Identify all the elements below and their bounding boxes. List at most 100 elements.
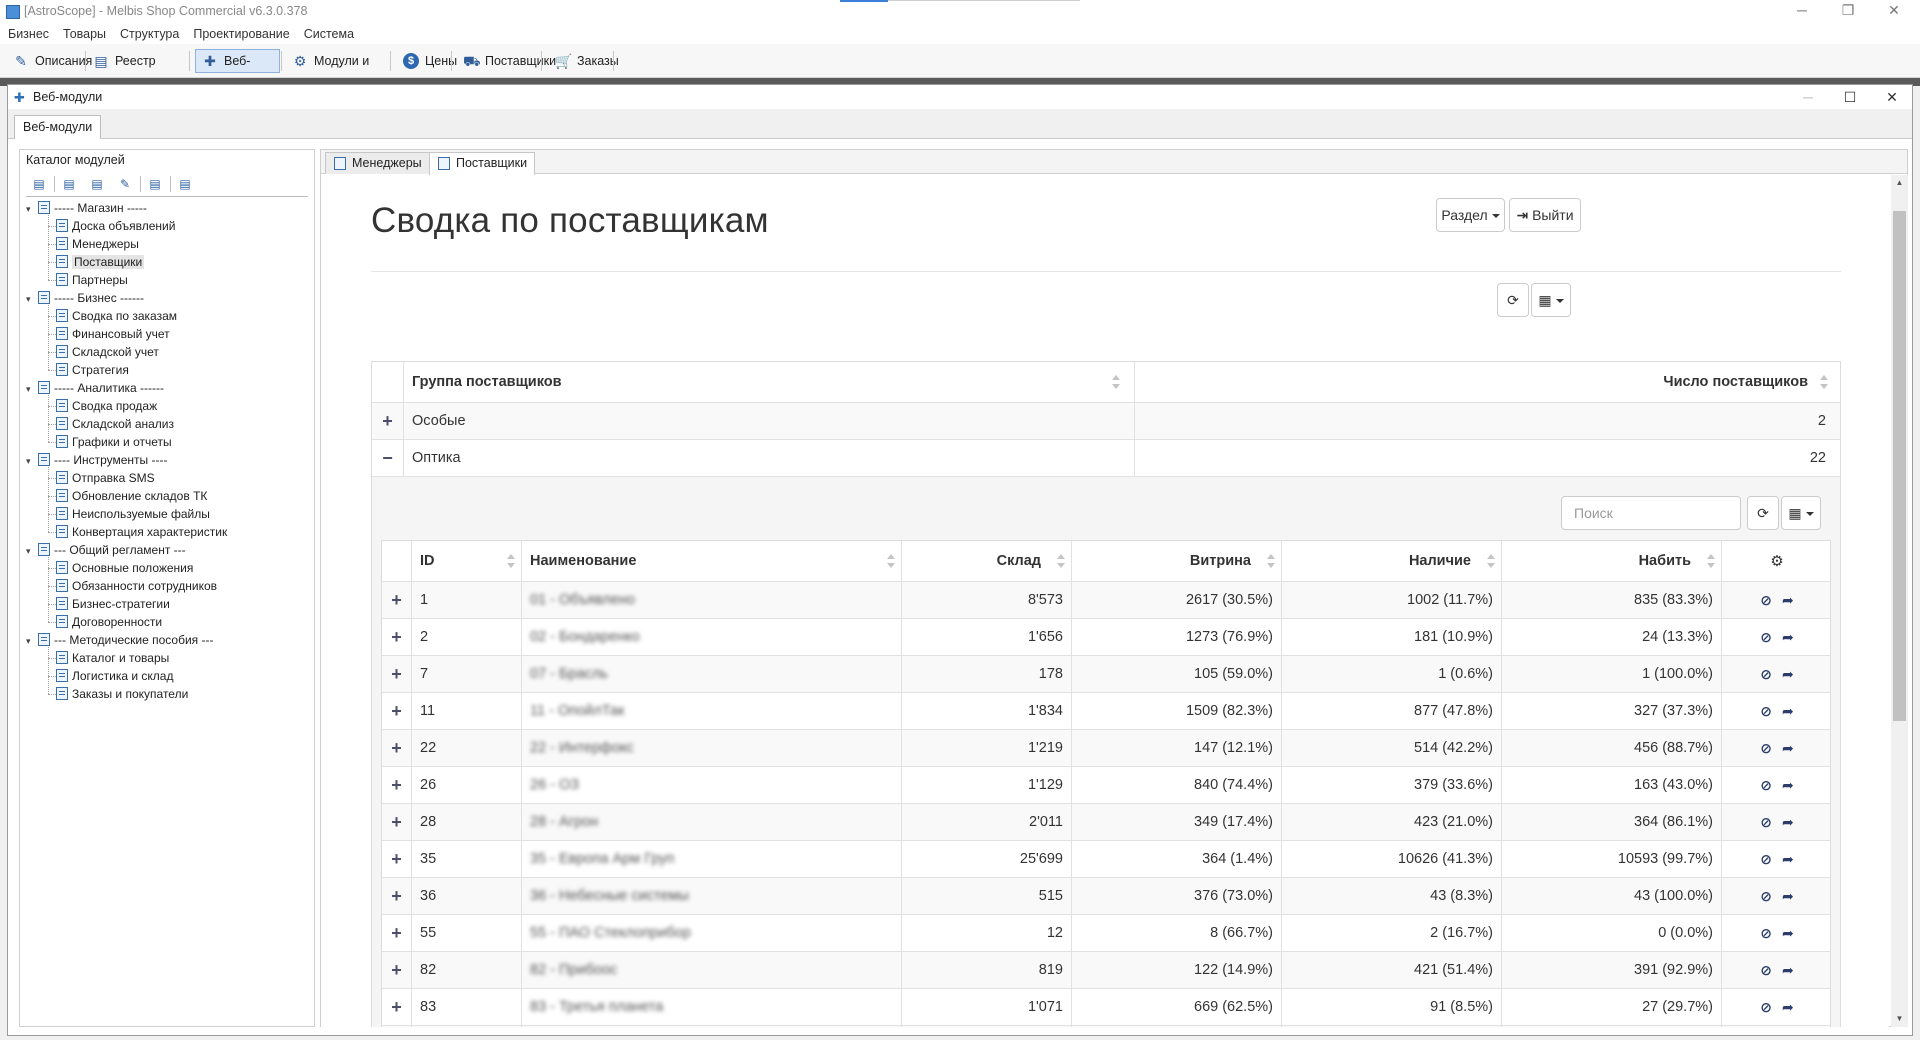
share-arrow-icon[interactable]: ➦ (1782, 730, 1794, 766)
expand-icon[interactable]: + (382, 582, 412, 618)
tree-leaf-node[interactable]: Конвертация характеристик (54, 523, 227, 541)
collapse-icon[interactable]: − (372, 440, 404, 476)
block-icon[interactable]: ⊘ (1760, 767, 1772, 803)
expand-icon[interactable]: + (382, 730, 412, 766)
nabit-column-header[interactable]: Набить (1502, 541, 1722, 581)
tree-leaf-node[interactable]: Логистика и склад (54, 667, 173, 685)
tree-leaf-node[interactable]: Сводка по заказам (54, 307, 177, 325)
id-column-header[interactable]: ID (412, 541, 522, 581)
vertical-scrollbar[interactable]: ▲ ▼ (1891, 175, 1908, 1027)
tree-group-node[interactable]: ▾ --- Общий регламент --- (26, 541, 186, 559)
exit-button[interactable]: ⇥ Выйти (1509, 198, 1581, 232)
table-row[interactable]: +11 11 - ОпойлТак 1'834 1509 (82.3%) 877 (47… (382, 693, 1830, 730)
share-arrow-icon[interactable]: ➦ (1782, 989, 1794, 1025)
tree-leaf-node[interactable]: Основные положения (54, 559, 193, 577)
group-row[interactable]: − Оптика 22 (372, 440, 1840, 477)
table-row[interactable]: +26 26 - ОЗ 1'129 840 (74.4%) 379 (33.6%) 163… (382, 767, 1830, 804)
menu-item[interactable]: Товары (56, 24, 113, 44)
supplier-count-header[interactable]: Число поставщиков (1134, 362, 1834, 402)
add-module-icon[interactable]: ▤ (30, 175, 48, 193)
columns-button[interactable]: ▦ (1531, 283, 1571, 317)
toolbar-button-4[interactable]: $ Цены (396, 49, 457, 73)
properties-icon[interactable]: ▤ (176, 175, 194, 193)
table-row[interactable]: +35 35 - Европа Арм Груп 25'699 364 (1.4%) 1… (382, 841, 1830, 878)
tab-suppliers[interactable]: Поставщики (429, 152, 536, 175)
search-input[interactable]: Поиск (1561, 496, 1741, 530)
share-arrow-icon[interactable]: ➦ (1782, 841, 1794, 877)
tree-group-node[interactable]: ▾ ----- Бизнес ------ (26, 289, 144, 307)
section-dropdown-button[interactable]: Раздел (1436, 198, 1505, 232)
vitrina-column-header[interactable]: Витрина (1072, 541, 1282, 581)
tree-leaf-node[interactable]: Отправка SMS (54, 469, 155, 487)
share-arrow-icon[interactable]: ➦ (1782, 915, 1794, 951)
inner-close-icon[interactable]: ✕ (1872, 86, 1912, 108)
close-icon[interactable]: ✕ (1872, 0, 1916, 22)
table-row[interactable]: +2 02 - Бондаренко 1'656 1273 (76.9%) 181 (1… (382, 619, 1830, 656)
nalichie-column-header[interactable]: Наличие (1282, 541, 1502, 581)
menu-item[interactable]: Система (297, 24, 361, 44)
tree-leaf-node[interactable]: Бизнес-стратегии (54, 595, 170, 613)
menu-item[interactable]: Проектирование (186, 24, 296, 44)
table-row[interactable]: +83 83 - Третья планета 1'071 669 (62.5%) 91… (382, 989, 1830, 1026)
share-arrow-icon[interactable]: ➦ (1782, 767, 1794, 803)
expand-icon[interactable]: + (372, 403, 404, 439)
block-icon[interactable]: ⊘ (1760, 915, 1772, 951)
block-icon[interactable]: ⊘ (1760, 878, 1772, 914)
restore-icon[interactable]: ❐ (1826, 0, 1870, 22)
expand-icon[interactable]: + (382, 656, 412, 692)
tree-leaf-node[interactable]: Финансовый учет (54, 325, 170, 343)
add-child-icon[interactable]: ▤ (60, 175, 78, 193)
toolbar-button-1[interactable]: ▤Реестр настроек (86, 49, 188, 90)
tree-leaf-node[interactable]: Менеджеры (54, 235, 139, 253)
block-icon[interactable]: ⊘ (1760, 952, 1772, 988)
wrench-icon[interactable]: ✎ (116, 175, 134, 193)
expand-icon[interactable]: + (382, 804, 412, 840)
table-row[interactable]: +36 36 - Небесные системы 515 376 (73.0%) 43… (382, 878, 1830, 915)
block-icon[interactable]: ⊘ (1760, 1026, 1772, 1027)
toolbar-button-0[interactable]: ✎ Описания (6, 49, 92, 73)
chevron-down-icon[interactable]: ▾ (26, 290, 36, 308)
block-icon[interactable]: ⊘ (1760, 619, 1772, 655)
expand-icon[interactable]: + (382, 952, 412, 988)
tab-web-modules[interactable]: Веб-модули (14, 115, 102, 139)
detail-columns-button[interactable]: ▦ (1781, 496, 1821, 530)
block-icon[interactable]: ⊘ (1760, 804, 1772, 840)
share-arrow-icon[interactable]: ➦ (1782, 619, 1794, 655)
tree-leaf-node[interactable]: Неиспользуемые файлы (54, 505, 210, 523)
chevron-down-icon[interactable]: ▾ (26, 380, 36, 398)
refresh-button[interactable]: ⟳ (1497, 283, 1529, 317)
block-icon[interactable]: ⊘ (1760, 656, 1772, 692)
delete-module-icon[interactable]: ▤ (146, 175, 164, 193)
expand-icon[interactable]: + (382, 619, 412, 655)
tree-leaf-node[interactable]: Партнеры (54, 271, 128, 289)
tree-leaf-node[interactable]: Обязанности сотрудников (54, 577, 217, 595)
block-icon[interactable]: ⊘ (1760, 693, 1772, 729)
detail-refresh-button[interactable]: ⟳ (1747, 496, 1779, 530)
table-row[interactable]: +82 82 - Прибоос 819 122 (14.9%) 421 (51.4%)… (382, 952, 1830, 989)
menu-item[interactable]: Бизнес (0, 24, 56, 44)
scroll-up-icon[interactable]: ▲ (1891, 175, 1908, 191)
expand-icon[interactable]: + (382, 989, 412, 1025)
chevron-down-icon[interactable]: ▾ (26, 452, 36, 470)
tree-leaf-node[interactable]: Поставщики (54, 253, 145, 271)
toolbar-button-2[interactable]: ✚Веб-модули (195, 49, 280, 90)
expand-icon[interactable]: + (382, 915, 412, 951)
chevron-down-icon[interactable]: ▾ (26, 200, 36, 218)
table-row[interactable]: +28 28 - Агрон 2'011 349 (17.4%) 423 (21.0%)… (382, 804, 1830, 841)
scroll-thumb[interactable] (1893, 211, 1906, 721)
tree-leaf-node[interactable]: Сводка продаж (54, 397, 157, 415)
name-column-header[interactable]: Наименование (522, 541, 902, 581)
tree-group-node[interactable]: ▾ ----- Магазин ----- (26, 199, 147, 217)
tree-group-node[interactable]: ▾ --- Методические пособия --- (26, 631, 213, 649)
expand-icon[interactable]: + (382, 1026, 412, 1027)
table-row[interactable]: +22 22 - Интерфокс 1'219 147 (12.1%) 514 (42… (382, 730, 1830, 767)
tree-leaf-node[interactable]: Каталог и товары (54, 649, 169, 667)
table-row[interactable]: +55 55 - ПАО Стеклоприбор 12 8 (66.7%) 2 (16… (382, 915, 1830, 952)
chevron-down-icon[interactable]: ▾ (26, 632, 36, 650)
tree-leaf-node[interactable]: Доска объявлений (54, 217, 175, 235)
scroll-down-icon[interactable]: ▼ (1891, 1011, 1908, 1027)
table-row[interactable]: +7 07 - Брасль 178 105 (59.0%) 1 (0.6%) 1 (10… (382, 656, 1830, 693)
toolbar-button-3[interactable]: ⚙Модули и опции (285, 49, 389, 90)
share-arrow-icon[interactable]: ➦ (1782, 804, 1794, 840)
copy-module-icon[interactable]: ▤ (88, 175, 106, 193)
